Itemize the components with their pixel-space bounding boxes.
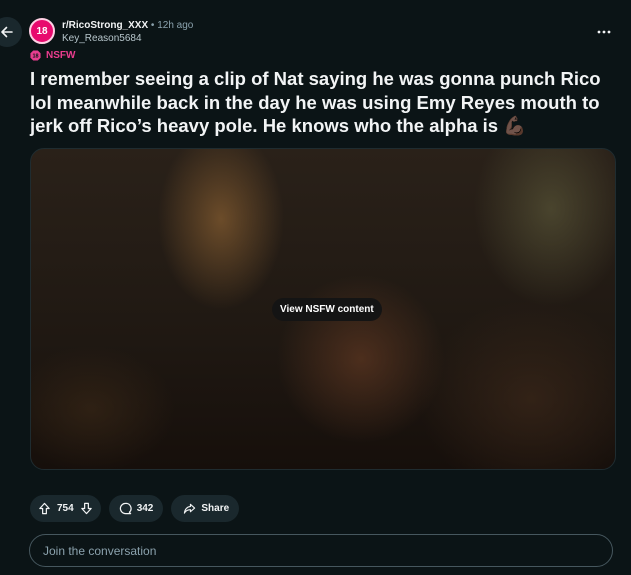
vote-control: 754 bbox=[30, 495, 101, 522]
svg-text:18: 18 bbox=[32, 54, 38, 60]
post-actions: 754 342 Share bbox=[30, 495, 240, 522]
post-title: I remember seeing a clip of Nat saying h… bbox=[30, 68, 601, 136]
post-author[interactable]: Key_Reason5684 bbox=[62, 32, 193, 45]
nsfw-tag: 18 NSFW bbox=[30, 50, 75, 61]
join-conversation-input[interactable] bbox=[29, 534, 613, 567]
more-options-icon bbox=[597, 30, 611, 34]
post-age: 12h ago bbox=[157, 20, 194, 31]
view-nsfw-content-button[interactable]: View NSFW content bbox=[272, 298, 382, 321]
vote-count: 754 bbox=[57, 503, 74, 514]
downvote-icon bbox=[80, 502, 92, 515]
subreddit-name[interactable]: r/RicoStrong_XXX bbox=[62, 20, 148, 31]
subreddit-avatar-text: 18 bbox=[36, 25, 48, 37]
share-label: Share bbox=[201, 503, 230, 514]
separator-dot: • bbox=[150, 20, 155, 31]
nsfw-label: NSFW bbox=[46, 50, 76, 61]
upvote-button[interactable] bbox=[38, 502, 51, 515]
back-arrow-icon bbox=[1, 26, 13, 38]
subreddit-avatar[interactable]: 18 bbox=[29, 18, 55, 44]
post-meta: r/RicoStrong_XXX • 12h ago Key_Reason568… bbox=[62, 19, 193, 45]
downvote-button[interactable] bbox=[80, 502, 93, 515]
blurred-nsfw-media[interactable]: View NSFW content bbox=[30, 148, 616, 470]
comments-button[interactable]: 342 bbox=[108, 495, 164, 522]
share-icon bbox=[184, 503, 196, 514]
share-button[interactable]: Share bbox=[171, 495, 240, 522]
comment-count: 342 bbox=[136, 503, 154, 514]
upvote-icon bbox=[39, 502, 50, 515]
nsfw-badge-icon: 18 bbox=[30, 50, 41, 61]
more-options-button[interactable] bbox=[593, 24, 615, 40]
comment-icon bbox=[119, 502, 132, 515]
back-button[interactable] bbox=[0, 17, 22, 47]
